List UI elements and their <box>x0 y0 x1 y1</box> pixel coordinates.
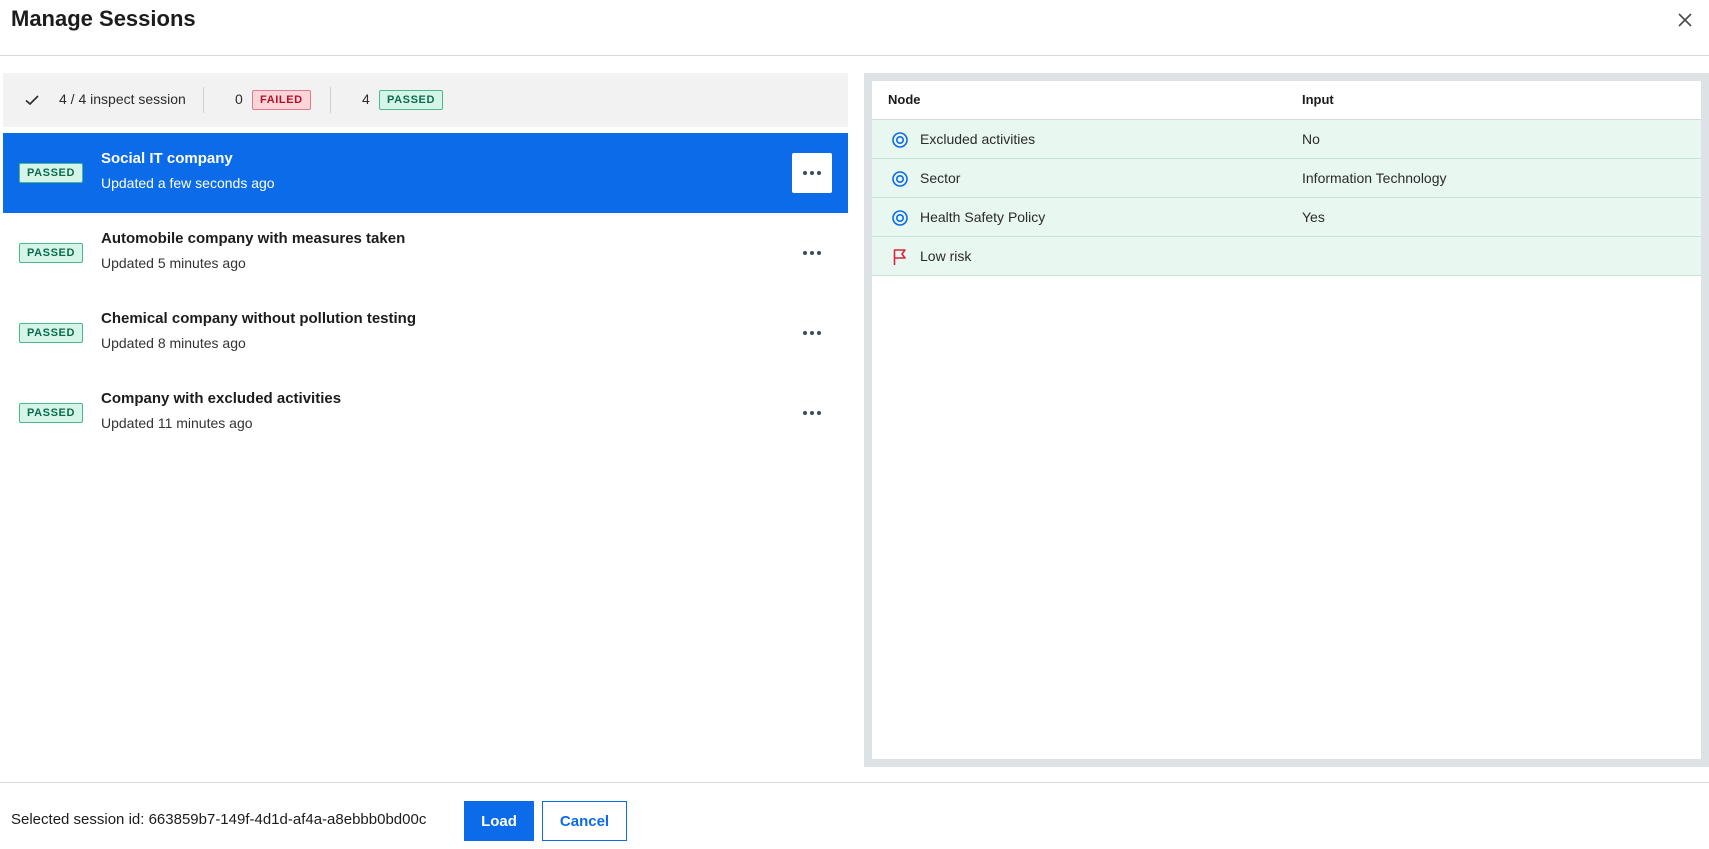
cancel-button[interactable]: Cancel <box>542 801 627 841</box>
failed-count: 0 <box>235 91 243 107</box>
table-row: Excluded activities No <box>872 120 1701 159</box>
session-name: Automobile company with measures taken <box>101 230 406 247</box>
passed-count: 4 <box>362 91 370 107</box>
node-input: Yes <box>1302 209 1325 225</box>
divider <box>330 87 331 113</box>
status-badge: PASSED <box>19 163 84 183</box>
status-badge: PASSED <box>19 403 84 423</box>
table-row: Health Safety Policy Yes <box>872 198 1701 237</box>
node-name: Low risk <box>920 248 972 264</box>
table-row: Sector Information Technology <box>872 159 1701 198</box>
node-input-table: Node Input Excluded activities No Sector… <box>872 81 1701 759</box>
target-icon <box>891 209 909 227</box>
node-name: Health Safety Policy <box>920 209 1046 225</box>
session-list: PASSED Social IT company Updated a few s… <box>3 133 848 453</box>
selected-session-id: Selected session id: 663859b7-149f-4d1d-… <box>11 811 427 828</box>
column-header-node: Node <box>888 92 921 107</box>
more-options-icon[interactable] <box>792 393 832 433</box>
check-icon <box>23 91 41 109</box>
table-body: Excluded activities No Sector Informatio… <box>872 120 1701 276</box>
node-name: Excluded activities <box>920 131 1036 147</box>
dialog-title: Manage Sessions <box>11 6 196 31</box>
status-badge: PASSED <box>19 243 84 263</box>
table-header: Node Input <box>872 81 1701 120</box>
session-updated: Updated 5 minutes ago <box>101 255 246 271</box>
session-name: Company with excluded activities <box>101 390 342 407</box>
session-item[interactable]: PASSED Social IT company Updated a few s… <box>3 133 848 213</box>
session-name: Chemical company without pollution testi… <box>101 310 417 327</box>
passed-badge: PASSED <box>379 90 444 110</box>
divider <box>203 87 204 113</box>
node-name: Sector <box>920 170 961 186</box>
more-options-icon[interactable] <box>792 153 832 193</box>
node-input: No <box>1302 131 1320 147</box>
session-item[interactable]: PASSED Company with excluded activities … <box>3 373 848 453</box>
dialog-header: Manage Sessions <box>0 0 1709 56</box>
session-detail-panel: Node Input Excluded activities No Sector… <box>864 73 1709 767</box>
status-badge: PASSED <box>19 323 84 343</box>
target-icon <box>891 131 909 149</box>
session-name: Social IT company <box>101 150 233 167</box>
dialog-footer: Selected session id: 663859b7-149f-4d1d-… <box>0 782 1709 849</box>
more-options-icon[interactable] <box>792 313 832 353</box>
session-item[interactable]: PASSED Chemical company without pollutio… <box>3 293 848 373</box>
target-icon <box>891 170 909 188</box>
table-row: Low risk <box>872 237 1701 276</box>
failed-badge: FAILED <box>252 90 311 110</box>
load-button[interactable]: Load <box>464 801 534 841</box>
session-updated: Updated 8 minutes ago <box>101 335 246 351</box>
inspect-count: 4 / 4 inspect session <box>59 91 186 107</box>
session-updated: Updated a few seconds ago <box>101 175 275 191</box>
session-summary-bar: 4 / 4 inspect session 0 FAILED 4 PASSED <box>3 73 848 127</box>
session-item[interactable]: PASSED Automobile company with measures … <box>3 213 848 293</box>
session-panel: 4 / 4 inspect session 0 FAILED 4 PASSED … <box>3 73 848 778</box>
more-options-icon[interactable] <box>792 233 832 273</box>
node-input: Information Technology <box>1302 170 1447 186</box>
session-updated: Updated 11 minutes ago <box>101 415 253 431</box>
column-header-input: Input <box>1302 92 1334 107</box>
flag-icon <box>891 248 909 266</box>
close-icon[interactable] <box>1675 10 1695 30</box>
